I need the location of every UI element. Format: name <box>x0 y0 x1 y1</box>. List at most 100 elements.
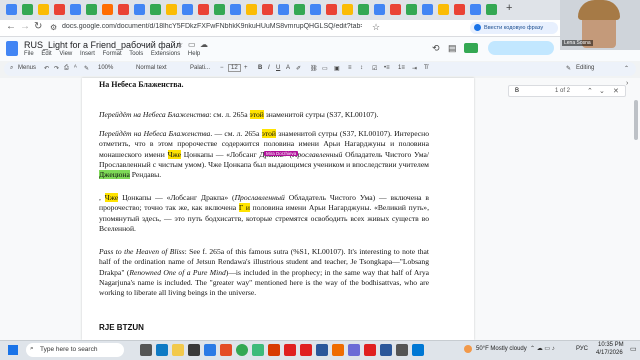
redo-icon[interactable]: ↷ <box>54 65 59 72</box>
style-select[interactable]: Normal text <box>136 65 167 71</box>
language-indicator[interactable]: РУС <box>576 346 588 352</box>
tray-icons[interactable]: ⌃ ☁ ▭ ♪ <box>530 345 555 352</box>
menu-help[interactable]: Help <box>188 51 200 57</box>
line-spacing-icon[interactable]: ↕ <box>360 65 363 71</box>
menu-view[interactable]: View <box>59 51 72 57</box>
pdf-icon[interactable] <box>284 344 296 356</box>
app-icon[interactable] <box>380 344 392 356</box>
url-field[interactable]: docs.google.com/document/d/18lhcY5FDkzFX… <box>62 23 362 35</box>
search-menus-icon[interactable]: ⌕ <box>10 65 13 72</box>
text-color-icon[interactable]: A <box>286 65 290 71</box>
font-size-field[interactable]: 12 <box>228 64 241 72</box>
comment-icon[interactable]: ▭ <box>322 65 328 72</box>
tab-favicon[interactable] <box>278 4 289 15</box>
highlight-icon[interactable]: ✐ <box>296 65 301 72</box>
tab-favicon[interactable] <box>454 4 465 15</box>
bold-icon[interactable]: B <box>258 65 262 71</box>
tab-favicon[interactable] <box>230 4 241 15</box>
chrome-icon[interactable] <box>236 344 248 356</box>
bookmark-star-icon[interactable]: ☆ <box>372 22 380 33</box>
document-title[interactable]: RUS_Light for a Friend_рабочий файл <box>24 40 181 50</box>
taskbar-search[interactable]: ⌕ Type here to search <box>26 343 124 357</box>
tab-favicon[interactable] <box>134 4 145 15</box>
tab-favicon[interactable] <box>358 4 369 15</box>
comments-icon[interactable]: ▤ <box>448 43 457 54</box>
tab-favicon[interactable] <box>342 4 353 15</box>
indent-icon[interactable]: ⇥ <box>412 65 417 72</box>
page-scrollbar[interactable] <box>634 100 638 140</box>
tab-favicon[interactable] <box>86 4 97 15</box>
underline-icon[interactable]: U <box>276 65 280 71</box>
tab-favicon[interactable] <box>102 4 113 15</box>
decrease-font-icon[interactable]: − <box>220 65 224 71</box>
reload-icon[interactable]: ↻ <box>34 21 42 32</box>
find-prev-icon[interactable]: ⌃ <box>587 87 593 95</box>
increase-font-icon[interactable]: + <box>244 65 248 71</box>
app-icon[interactable] <box>412 344 424 356</box>
app-icon[interactable] <box>332 344 344 356</box>
collapse-toolbar-icon[interactable]: ⌃ <box>624 65 629 72</box>
tab-favicon[interactable] <box>182 4 193 15</box>
tab-favicon[interactable] <box>390 4 401 15</box>
app-icon[interactable] <box>348 344 360 356</box>
tab-favicon[interactable] <box>214 4 225 15</box>
tab-favicon[interactable] <box>70 4 81 15</box>
file-explorer-icon[interactable] <box>172 344 184 356</box>
print-icon[interactable]: ⎙ <box>64 65 69 72</box>
bullet-list-icon[interactable]: •≡ <box>384 65 390 71</box>
tab-favicon[interactable] <box>246 4 257 15</box>
start-icon[interactable] <box>8 345 18 355</box>
checklist-icon[interactable]: ☑ <box>372 65 377 72</box>
side-panel-toggle[interactable]: › <box>626 80 634 90</box>
menu-file[interactable]: File <box>24 51 34 57</box>
extension-pill[interactable]: Ввести кодовую фразу <box>470 22 558 34</box>
menu-edit[interactable]: Edit <box>41 51 51 57</box>
edge-icon[interactable] <box>156 344 168 356</box>
app-icon[interactable] <box>316 344 328 356</box>
tab-favicon[interactable] <box>198 4 209 15</box>
back-icon[interactable]: ← <box>6 21 16 32</box>
app-icon[interactable] <box>396 344 408 356</box>
tab-favicon[interactable] <box>326 4 337 15</box>
tab-favicon[interactable] <box>166 4 177 15</box>
menu-tools[interactable]: Tools <box>129 51 143 57</box>
tab-favicon[interactable] <box>38 4 49 15</box>
spellcheck-icon[interactable]: ᴬ <box>74 65 77 71</box>
find-input[interactable]: B <box>515 88 519 94</box>
app-icon[interactable] <box>364 344 376 356</box>
app-icon[interactable] <box>220 344 232 356</box>
clear-format-icon[interactable]: T̸ <box>424 65 428 71</box>
font-select[interactable]: Palati... <box>190 65 210 71</box>
tab-favicon[interactable] <box>470 4 481 15</box>
zoom-select[interactable]: 100% <box>98 65 113 71</box>
tab-favicon[interactable] <box>422 4 433 15</box>
find-next-icon[interactable]: ⌄ <box>599 87 605 95</box>
tab-favicon[interactable] <box>262 4 273 15</box>
cloud-status-icon[interactable]: ☁ <box>200 40 208 49</box>
menu-extensions[interactable]: Extensions <box>151 51 180 57</box>
italic-icon[interactable]: I <box>268 65 270 71</box>
paint-format-icon[interactable]: ✎ <box>84 65 89 72</box>
menu-format[interactable]: Format <box>103 51 122 57</box>
app-icon[interactable] <box>300 344 312 356</box>
history-icon[interactable]: ⟲ <box>432 43 440 54</box>
tab-favicon[interactable] <box>406 4 417 15</box>
weather-icon[interactable] <box>464 345 472 353</box>
app-icon[interactable] <box>252 344 264 356</box>
store-icon[interactable] <box>188 344 200 356</box>
tab-favicon[interactable] <box>54 4 65 15</box>
tab-favicon[interactable] <box>22 4 33 15</box>
tab-favicon[interactable] <box>438 4 449 15</box>
clock-date[interactable]: 4/17/2026 <box>596 350 623 356</box>
tab-favicon[interactable] <box>118 4 129 15</box>
meet-icon[interactable] <box>464 43 478 53</box>
task-view-icon[interactable] <box>140 344 152 356</box>
link-icon[interactable]: ⛓ <box>310 65 318 72</box>
notification-icon[interactable]: ▭ <box>630 345 637 353</box>
weather-text[interactable]: 50°F Mostly cloudy <box>476 346 527 352</box>
app-icon[interactable] <box>268 344 280 356</box>
search-menus-label[interactable]: Menus <box>18 65 36 71</box>
find-close-icon[interactable]: ✕ <box>613 87 619 95</box>
tab-favicon[interactable] <box>294 4 305 15</box>
move-folder-icon[interactable]: ▭ <box>188 40 196 49</box>
